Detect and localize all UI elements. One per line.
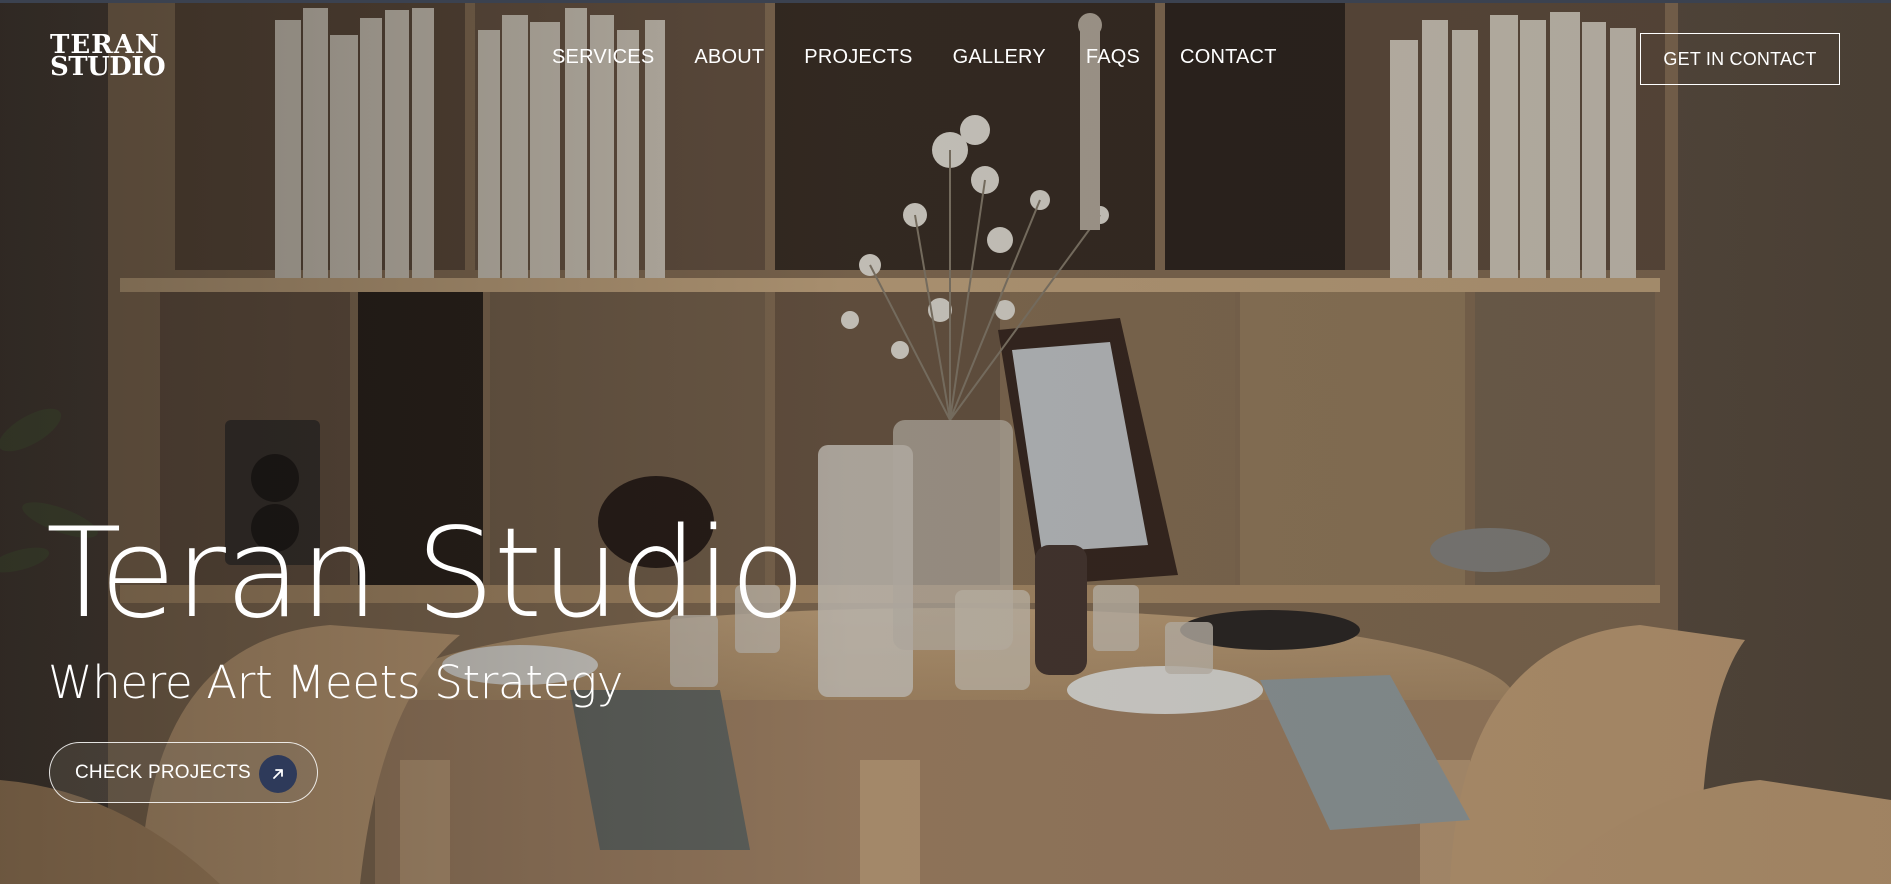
- nav-item-projects[interactable]: PROJECTS: [804, 46, 912, 69]
- check-projects-button[interactable]: CHECK PROJECTS: [49, 742, 318, 803]
- hero-subtitle: Where Art Meets Strategy: [48, 656, 624, 709]
- top-border: [0, 0, 1891, 3]
- get-in-contact-button[interactable]: GET IN CONTACT: [1640, 33, 1840, 85]
- main-nav: SERVICES ABOUT PROJECTS GALLERY FAQS CON…: [552, 46, 1317, 69]
- nav-item-faqs[interactable]: FAQS: [1086, 46, 1140, 69]
- nav-item-gallery[interactable]: GALLERY: [953, 46, 1046, 69]
- arrow-up-right-icon: [259, 755, 297, 793]
- nav-item-about[interactable]: ABOUT: [694, 46, 764, 69]
- hero-section: TERAN STUDIO SERVICES ABOUT PROJECTS GAL…: [0, 0, 1891, 884]
- nav-item-contact[interactable]: CONTACT: [1180, 46, 1277, 69]
- hero-title: Teran Studio: [46, 502, 806, 646]
- brand-logo[interactable]: TERAN STUDIO: [50, 32, 166, 82]
- check-projects-label: CHECK PROJECTS: [75, 761, 251, 783]
- logo-line-2: STUDIO: [50, 52, 166, 82]
- nav-item-services[interactable]: SERVICES: [552, 46, 654, 69]
